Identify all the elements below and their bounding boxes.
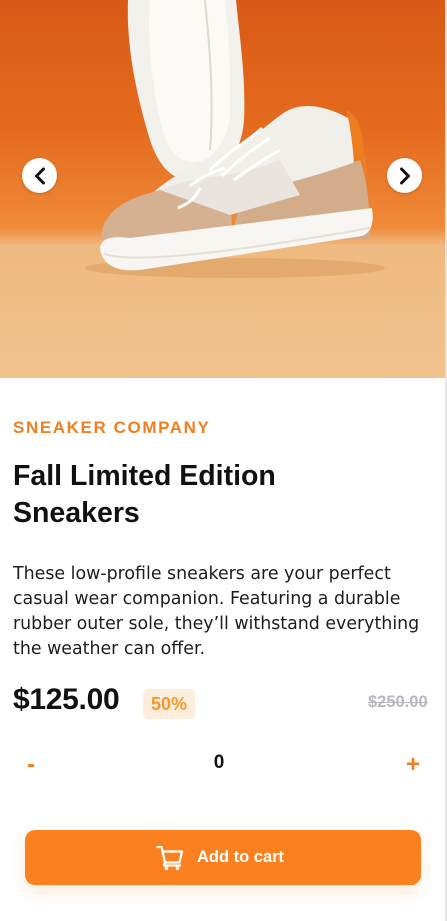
quantity-value: 0 [213,752,225,773]
product-page: SNEAKER COMPANY Fall Limited Edition Sne… [0,0,445,921]
product-title: Fall Limited Edition Sneakers [13,460,276,529]
quantity-increase-button[interactable]: + [398,750,428,780]
discount-badge: 50% [143,689,195,719]
quantity-decrease-button[interactable]: - [16,750,46,780]
chevron-right-icon [399,167,410,184]
current-price: $125.00 [13,683,120,716]
sneaker-photo [85,0,385,278]
next-image-button[interactable] [387,158,422,193]
product-gallery [0,0,445,378]
chevron-left-icon [34,167,45,184]
cart-icon [156,845,184,871]
previous-image-button[interactable] [22,158,57,193]
brand-name: SNEAKER COMPANY [13,418,211,437]
product-description: These low-profile sneakers are your perf… [13,564,420,659]
add-to-cart-label: Add to cart [196,848,285,866]
original-price: $250.00 [368,693,428,711]
add-to-cart-button[interactable]: Add to cart [25,830,421,885]
